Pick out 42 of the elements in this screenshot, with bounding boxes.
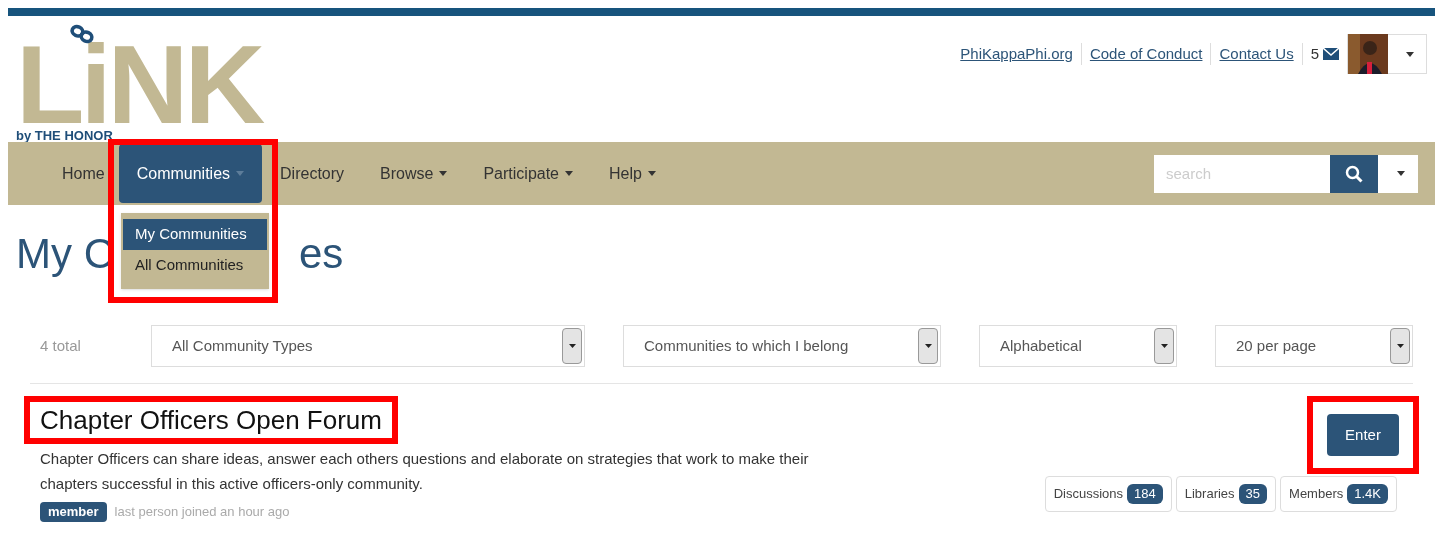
caret-icon [1160,344,1168,348]
caret-icon [565,171,573,176]
logo-wordmark: LiNK [16,44,262,126]
search-icon [1345,164,1363,183]
member-badge: member [40,502,107,522]
avatar-menu[interactable] [1347,34,1427,74]
caret-icon [1406,51,1414,57]
nav-item[interactable]: Home [48,142,119,205]
caret-icon [924,344,932,348]
page-title: es [299,229,344,279]
nav-item[interactable]: Participate [465,142,591,205]
nav-item[interactable]: Help [591,142,674,205]
community-title[interactable]: Chapter Officers Open Forum [40,402,382,438]
total-count: 4 total [39,335,82,356]
search-button[interactable] [1330,154,1378,193]
dropdown-item[interactable]: All Communities [123,250,267,281]
header-link[interactable]: PhiKappaPhi.org [952,42,1082,66]
chain-link-icon [68,24,96,44]
header-link[interactable]: Contact Us [1211,42,1303,66]
message-count[interactable]: 5 [1302,42,1323,66]
stat-chip[interactable]: Discussions 184 [1044,476,1172,512]
filter-select[interactable]: Alphabetical [979,325,1177,367]
caret-icon [568,344,576,348]
caret-icon [236,171,245,176]
caret-icon [1396,344,1404,348]
filter-select[interactable]: 20 per page [1215,325,1413,367]
caret-icon [647,171,656,176]
nav-item[interactable]: Communities [118,144,263,203]
activity-text: last person joined an hour ago [114,503,290,522]
filter-select[interactable]: All Community Types [151,325,585,367]
stat-chip[interactable]: Members 1.4K [1280,476,1397,512]
dropdown-item[interactable]: My Communities [123,219,267,250]
stat-chip[interactable]: Libraries 35 [1175,476,1277,512]
filter-select[interactable]: Communities to which I belong [623,325,941,367]
caret-icon [439,171,448,176]
caret-icon [1397,171,1405,176]
envelope-icon[interactable] [1323,48,1339,60]
header-link[interactable]: Code of Conduct [1081,42,1212,66]
community-description: Chapter Officers can share ideas, answer each others questions and elaborate on strategies that work to make their chapters successful in this active officers-only community. [40,449,810,494]
nav-item[interactable]: Browse [362,142,466,205]
nav-item[interactable]: Directory [262,142,363,205]
enter-button[interactable]: Enter [1327,414,1399,456]
